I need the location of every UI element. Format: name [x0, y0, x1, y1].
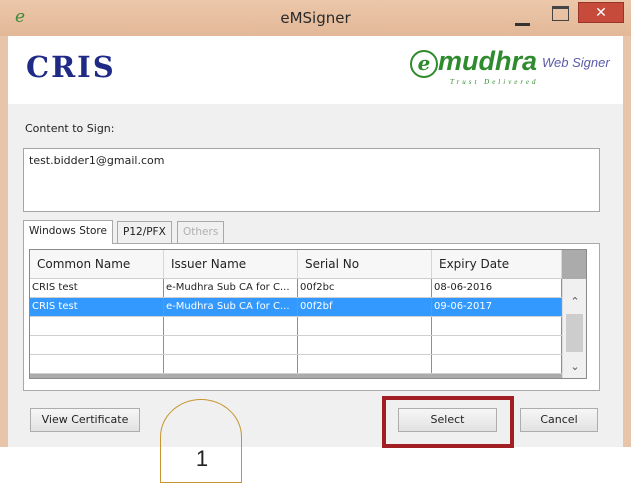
- column-header-expiry-date[interactable]: Expiry Date: [432, 250, 562, 279]
- maximize-icon[interactable]: [552, 6, 569, 21]
- close-icon[interactable]: ✕: [578, 2, 624, 23]
- cell-expiry: [432, 355, 562, 373]
- tab-p12-pfx[interactable]: P12/PFX: [117, 221, 172, 244]
- step-callout-number: 1: [195, 446, 209, 471]
- emudhra-name: mudhra: [438, 46, 538, 76]
- tab-windows-store[interactable]: Windows Store: [23, 220, 113, 244]
- content-to-sign-field[interactable]: test.bidder1@gmail.com: [23, 148, 600, 212]
- table-row[interactable]: [30, 355, 562, 374]
- table-row[interactable]: [30, 317, 562, 336]
- cell-expiry: [432, 336, 562, 354]
- certificate-tab-panel: Common Name Issuer Name Serial No Expiry…: [23, 243, 600, 391]
- table-row-selected[interactable]: CRIS test e-Mudhra Sub CA for C... 00f2b…: [30, 298, 562, 317]
- scroll-thumb[interactable]: [566, 314, 583, 352]
- step-callout: 1: [160, 399, 242, 483]
- emudhra-product: Web Signer: [542, 55, 610, 70]
- cell-issuer: [164, 355, 298, 373]
- cell-issuer: [164, 317, 298, 335]
- emudhra-tagline: Trust Delivered: [450, 78, 539, 86]
- cell-issuer: e-Mudhra Sub CA for C...: [164, 279, 298, 297]
- column-header-serial-no[interactable]: Serial No: [298, 250, 432, 279]
- table-body: CRIS test e-Mudhra Sub CA for C... 00f2b…: [30, 279, 562, 374]
- title-bar[interactable]: e eMSigner ✕: [0, 0, 631, 36]
- cell-expiry: 08-06-2016: [432, 279, 562, 297]
- table-row[interactable]: [30, 336, 562, 355]
- window-title: eMSigner: [280, 9, 351, 27]
- cell-issuer: e-Mudhra Sub CA for C...: [164, 298, 298, 316]
- column-header-common-name[interactable]: Common Name: [30, 250, 164, 279]
- cell-common-name: [30, 355, 164, 373]
- cell-serial: 00f2bc: [298, 279, 432, 297]
- scroll-down-icon[interactable]: ⌄: [563, 357, 586, 377]
- cell-common-name: CRIS test: [30, 298, 164, 316]
- table-row[interactable]: CRIS test e-Mudhra Sub CA for C... 00f2b…: [30, 279, 562, 298]
- cell-expiry: [432, 317, 562, 335]
- cell-common-name: CRIS test: [30, 279, 164, 297]
- cell-issuer: [164, 336, 298, 354]
- cell-serial: [298, 355, 432, 373]
- cell-serial: [298, 336, 432, 354]
- view-certificate-button[interactable]: View Certificate: [30, 408, 140, 432]
- emsigner-window: e eMSigner ✕ CRIS e mudhra Trust Deliver…: [0, 0, 631, 483]
- certificate-table: Common Name Issuer Name Serial No Expiry…: [29, 249, 587, 379]
- table-header: Common Name Issuer Name Serial No Expiry…: [30, 250, 562, 279]
- cell-serial: [298, 317, 432, 335]
- table-vertical-scrollbar[interactable]: ⌃ ⌄: [562, 279, 586, 378]
- cell-expiry: 09-06-2017: [432, 298, 562, 316]
- dialog-client-area: CRIS e mudhra Trust Delivered Web Signer…: [8, 36, 623, 483]
- column-header-issuer-name[interactable]: Issuer Name: [164, 250, 298, 279]
- minimize-icon[interactable]: [515, 12, 531, 28]
- logo-header: CRIS e mudhra Trust Delivered Web Signer: [8, 36, 623, 104]
- emudhra-logo: e mudhra Trust Delivered Web Signer: [410, 46, 615, 90]
- cell-common-name: [30, 336, 164, 354]
- scroll-up-icon[interactable]: ⌃: [563, 292, 586, 312]
- cell-common-name: [30, 317, 164, 335]
- cancel-button[interactable]: Cancel: [520, 408, 598, 432]
- tab-others: Others: [177, 221, 225, 244]
- cris-logo: CRIS: [26, 50, 116, 84]
- cell-serial: 00f2bf: [298, 298, 432, 316]
- content-label: Content to Sign:: [25, 122, 115, 135]
- select-highlight-annotation: [382, 396, 514, 448]
- emudhra-mark-icon: e: [410, 50, 438, 78]
